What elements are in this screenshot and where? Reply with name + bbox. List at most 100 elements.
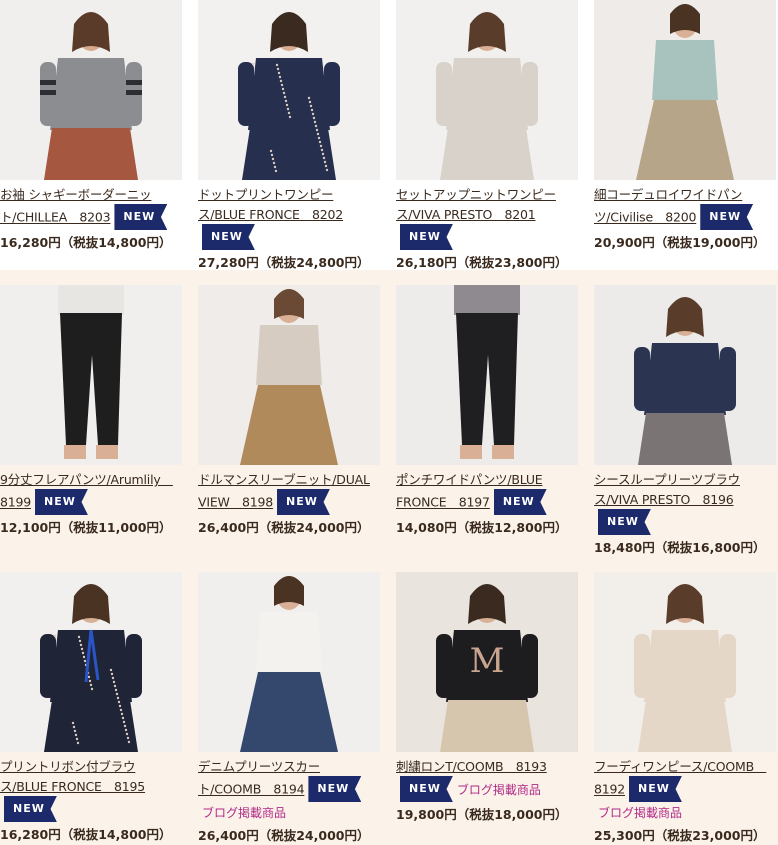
product-card[interactable]: フーディワンピース/COOMB 8192 NEW ブログ掲載商品 25,300円（税抜… — [594, 572, 776, 844]
product-name-link[interactable]: ドットプリントワンピー — [198, 187, 334, 202]
new-badge: NEW — [35, 489, 88, 515]
product-name-link[interactable]: セットアップニットワンピー — [396, 187, 556, 202]
product-name-link[interactable]: FRONCE 8197 — [396, 495, 490, 510]
product-image[interactable] — [198, 572, 380, 752]
product-card[interactable]: プリントリボン付ブラウ ス/BLUE FRONCE 8195 NEW 16,280円（… — [0, 572, 182, 843]
product-price: 27,280円（税抜24,800円） — [198, 255, 370, 270]
product-name-link[interactable]: ト/CHILLEA 8203 — [0, 210, 111, 225]
new-badge: NEW — [114, 204, 168, 230]
product-name-link[interactable]: VIEW 8198 — [198, 495, 273, 510]
product-figure — [594, 285, 776, 465]
new-badge: NEW — [400, 224, 453, 250]
product-name-link[interactable]: ス/VIVA PRESTO 8201 — [396, 207, 536, 222]
product-name-link[interactable]: ス/BLUE FRONCE 8202 — [198, 207, 343, 222]
product-figure — [594, 572, 776, 752]
blog-featured-label: ブログ掲載商品 — [202, 806, 287, 820]
new-badge: NEW — [202, 224, 255, 250]
product-name-link[interactable]: プリントリボン付ブラウ — [0, 759, 136, 774]
new-badge: NEW — [4, 796, 57, 822]
product-price: 14,080円（税抜12,800円） — [396, 520, 568, 535]
product-figure — [0, 572, 182, 752]
product-image[interactable] — [0, 285, 182, 465]
product-card[interactable]: ポンチワイドパンツ/BLUE FRONCE 8197 NEW 14,080円（税抜12… — [396, 285, 578, 536]
row-band — [0, 555, 778, 572]
product-name-block: 刺繍ロンT/COOMB 8193 NEW ブログ掲載商品 — [396, 756, 578, 802]
product-name-link[interactable]: ト/COOMB 8194 — [198, 782, 305, 797]
product-price: 16,280円（税抜14,800円） — [0, 827, 172, 842]
product-name-link[interactable]: 8192 — [594, 782, 625, 797]
product-image[interactable] — [0, 572, 182, 752]
product-name-link[interactable]: 刺繍ロンT/COOMB 8193 — [396, 759, 547, 774]
product-figure — [198, 572, 380, 752]
product-image[interactable] — [396, 285, 578, 465]
product-name-link[interactable]: 8199 — [0, 495, 31, 510]
product-name-block: セットアップニットワンピー ス/VIVA PRESTO 8201 NEW — [396, 184, 578, 250]
new-badge: NEW — [400, 776, 453, 802]
product-figure — [198, 285, 380, 465]
product-name-block: お袖 シャギーボーダーニッ ト/CHILLEA 8203 NEW — [0, 184, 182, 230]
product-name-link[interactable]: ツ/Civilise 8200 — [594, 210, 696, 225]
product-price: 20,900円（税抜19,000円） — [594, 235, 766, 250]
new-badge: NEW — [700, 204, 754, 230]
product-grid: お袖 シャギーボーダーニッ ト/CHILLEA 8203 NEW 16,280円（税抜… — [0, 0, 778, 845]
product-card[interactable]: シースループリーツブラウ ス/VIVA PRESTO 8196 NEW 18,480円… — [594, 285, 776, 556]
product-name-block: 細コーデュロイワイドパン ツ/Civilise 8200 NEW — [594, 184, 776, 230]
new-badge: NEW — [629, 776, 682, 802]
product-name-block: 9分丈フレアパンツ/Arumlily 8199 NEW — [0, 469, 182, 515]
product-name-link[interactable]: 細コーデュロイワイドパン — [594, 187, 742, 202]
product-price: 16,280円（税抜14,800円） — [0, 235, 172, 250]
svg-text:M: M — [470, 641, 505, 681]
product-price: 26,400円（税抜24,000円） — [198, 828, 370, 843]
product-name-block: ドルマンスリーブニット/DUAL VIEW 8198 NEW — [198, 469, 380, 515]
blog-featured-label: ブログ掲載商品 — [598, 806, 683, 820]
product-figure — [198, 0, 380, 180]
product-name-link[interactable]: シースループリーツブラウ — [594, 472, 740, 487]
product-image[interactable] — [198, 0, 380, 180]
product-price: 26,180円（税抜23,800円） — [396, 255, 568, 270]
product-image[interactable]: M — [396, 572, 578, 752]
product-name-block: デニムプリーツスカー ト/COOMB 8194 NEW ブログ掲載商品 — [198, 756, 380, 823]
product-card[interactable]: ドットプリントワンピー ス/BLUE FRONCE 8202 NEW 27,280円（… — [198, 0, 380, 271]
product-card[interactable]: お袖 シャギーボーダーニッ ト/CHILLEA 8203 NEW 16,280円（税抜… — [0, 0, 182, 251]
product-image[interactable] — [594, 572, 776, 752]
product-price: 19,800円（税抜18,000円） — [396, 807, 568, 822]
product-figure — [594, 0, 776, 180]
product-figure — [396, 0, 578, 180]
product-card[interactable]: ドルマンスリーブニット/DUAL VIEW 8198 NEW 26,400円（税抜24… — [198, 285, 380, 536]
product-name-link[interactable]: ポンチワイドパンツ/BLUE — [396, 472, 543, 487]
new-badge: NEW — [308, 776, 362, 802]
product-card[interactable]: デニムプリーツスカー ト/COOMB 8194 NEW ブログ掲載商品 26,400円（… — [198, 572, 380, 844]
product-name-block: ポンチワイドパンツ/BLUE FRONCE 8197 NEW — [396, 469, 578, 515]
product-image[interactable] — [396, 0, 578, 180]
new-badge: NEW — [493, 489, 547, 515]
product-card[interactable]: M 刺繍ロンT/COOMB 8193 NEW ブログ掲載商品 19,800円（税抜18,… — [396, 572, 578, 823]
product-figure — [0, 285, 182, 465]
row-band — [0, 270, 778, 285]
blog-featured-label: ブログ掲載商品 — [456, 782, 541, 797]
product-price: 25,300円（税抜23,000円） — [594, 828, 766, 843]
product-figure — [0, 0, 182, 180]
product-name-block: シースループリーツブラウ ス/VIVA PRESTO 8196 NEW — [594, 469, 776, 535]
new-badge: NEW — [277, 489, 330, 515]
product-name-link[interactable]: お袖 シャギーボーダーニッ — [0, 187, 152, 202]
product-name-block: フーディワンピース/COOMB 8192 NEW ブログ掲載商品 — [594, 756, 776, 823]
product-name-link[interactable]: ス/BLUE FRONCE 8195 — [0, 779, 145, 794]
product-image[interactable] — [0, 0, 182, 180]
product-card[interactable]: 細コーデュロイワイドパン ツ/Civilise 8200 NEW 20,900円（税抜… — [594, 0, 776, 251]
product-price: 26,400円（税抜24,000円） — [198, 520, 370, 535]
product-card[interactable]: 9分丈フレアパンツ/Arumlily 8199 NEW 12,100円（税抜11,0… — [0, 285, 182, 536]
product-name-link[interactable]: フーディワンピース/COOMB — [594, 759, 766, 774]
product-name-link[interactable]: ス/VIVA PRESTO 8196 — [594, 492, 734, 507]
new-badge: NEW — [598, 509, 651, 535]
product-figure: M — [396, 572, 578, 752]
product-image[interactable] — [198, 285, 380, 465]
product-name-link[interactable]: ドルマンスリーブニット/DUAL — [198, 472, 370, 487]
product-image[interactable] — [594, 285, 776, 465]
product-price: 18,480円（税抜16,800円） — [594, 540, 766, 555]
product-name-block: プリントリボン付ブラウ ス/BLUE FRONCE 8195 NEW — [0, 756, 182, 822]
product-image[interactable] — [594, 0, 776, 180]
product-name-link[interactable]: デニムプリーツスカー — [198, 759, 320, 774]
product-price: 12,100円（税抜11,000円） — [0, 520, 172, 535]
product-name-link[interactable]: 9分丈フレアパンツ/Arumlily — [0, 472, 173, 487]
product-card[interactable]: セットアップニットワンピー ス/VIVA PRESTO 8201 NEW 26,180… — [396, 0, 578, 271]
